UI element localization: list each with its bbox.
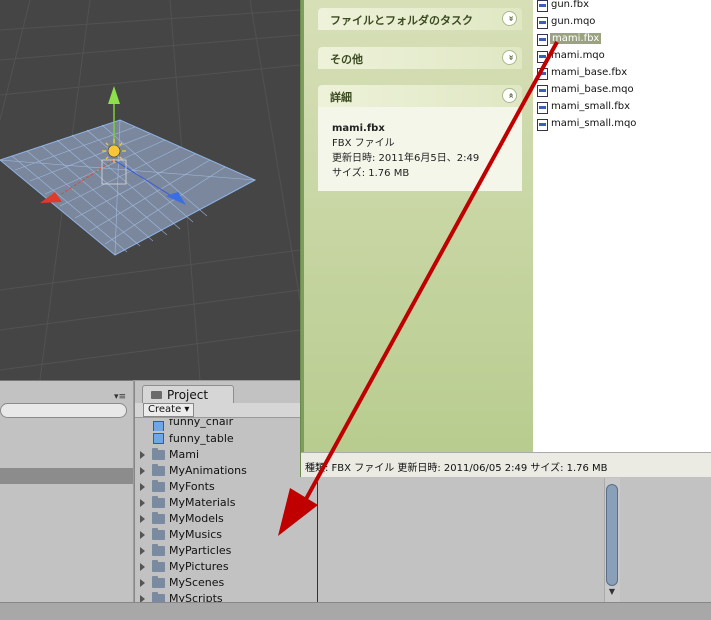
collapse-icon[interactable]: « <box>502 88 517 103</box>
expand-arrow-icon[interactable] <box>140 563 145 571</box>
panel-menu-icon[interactable]: ▾≡ <box>114 392 126 402</box>
file-name: gun.mqo <box>551 16 596 27</box>
expand-arrow-icon[interactable] <box>140 451 145 459</box>
folder-icon <box>152 528 165 540</box>
item-label: MyAnimations <box>169 464 247 477</box>
folder-item[interactable]: MyMusics <box>135 527 301 543</box>
tasks-section-title: ファイルとフォルダのタスク <box>330 14 473 27</box>
file-name: mami_small.fbx <box>551 101 630 112</box>
file-icon <box>537 102 548 114</box>
file-icon <box>537 85 548 97</box>
folder-item[interactable]: Mami <box>135 447 301 463</box>
model-icon <box>153 421 164 431</box>
expand-arrow-icon[interactable] <box>140 579 145 587</box>
hierarchy-selected-row[interactable] <box>0 468 133 484</box>
hierarchy-panel: ▾≡ <box>0 380 133 602</box>
chevron-down-icon: ▾ <box>184 404 190 415</box>
y-axis-handle[interactable] <box>108 86 120 104</box>
folder-item[interactable]: MyAnimations <box>135 463 301 479</box>
file-icon <box>537 34 548 46</box>
folder-icon <box>152 576 165 588</box>
folder-icon <box>151 391 162 399</box>
tab-project[interactable]: Project <box>142 385 234 403</box>
panel-divider[interactable] <box>317 482 318 602</box>
details-section-header[interactable]: 詳細 « <box>318 85 522 107</box>
explorer-status-bar: 種類: FBX ファイル 更新日時: 2011/06/05 2:49 サイズ: … <box>301 452 711 477</box>
file-name: mami_base.fbx <box>551 67 628 78</box>
folder-item[interactable]: MyFonts <box>135 479 301 495</box>
detail-file-name: mami.fbx <box>332 123 385 134</box>
item-label: Mami <box>169 448 200 461</box>
details-box: mami.fbx FBX ファイル 更新日時: 2011年6月5日、2:49 サ… <box>318 107 522 191</box>
tasks-section-header[interactable]: ファイルとフォルダのタスク » <box>318 8 522 30</box>
plane-mesh[interactable] <box>0 119 257 256</box>
explorer-window: ファイルとフォルダのタスク » その他 » 詳細 « mami.fbx FBX … <box>300 0 711 477</box>
folder-icon <box>152 560 165 572</box>
folder-icon <box>152 464 165 476</box>
item-label: MyFonts <box>169 480 215 493</box>
expand-icon[interactable]: » <box>502 11 517 26</box>
create-button-label: Create <box>148 404 182 415</box>
expand-icon[interactable]: » <box>502 50 517 65</box>
status-bar <box>0 602 711 620</box>
item-label: MyModels <box>169 512 224 525</box>
hierarchy-search-input[interactable] <box>0 403 127 418</box>
file-icon <box>537 51 548 63</box>
project-toolbar: Create ▾ <box>135 403 301 418</box>
item-label: MyPictures <box>169 560 229 573</box>
folder-item[interactable]: MyPictures <box>135 559 301 575</box>
details-section-title: 詳細 <box>330 91 352 104</box>
model-icon <box>153 433 164 444</box>
expand-arrow-icon[interactable] <box>140 547 145 555</box>
detail-file-type: FBX ファイル <box>332 138 395 149</box>
scene-viewport[interactable] <box>0 0 300 380</box>
folder-item[interactable]: MyScenes <box>135 575 301 591</box>
other-section-title: その他 <box>330 53 363 66</box>
expand-arrow-icon[interactable] <box>140 515 145 523</box>
detail-size: サイズ: 1.76 MB <box>332 168 410 179</box>
expand-arrow-icon[interactable] <box>140 531 145 539</box>
folder-item[interactable]: MyModels <box>135 511 301 527</box>
file-icon <box>537 68 548 80</box>
item-label: MyMusics <box>169 528 223 541</box>
folder-icon <box>152 512 165 524</box>
asset-item[interactable]: funny_table <box>135 431 301 447</box>
item-label: MyParticles <box>169 544 232 557</box>
scene-view[interactable] <box>0 0 300 380</box>
folder-icon <box>152 496 165 508</box>
create-button[interactable]: Create ▾ <box>143 403 195 417</box>
explorer-task-pane: ファイルとフォルダのタスク » その他 » 詳細 « mami.fbx FBX … <box>301 0 533 452</box>
item-label: funny_table <box>169 432 234 445</box>
file-name: mami.mqo <box>551 50 605 61</box>
detail-modified: 更新日時: 2011年6月5日、2:49 <box>332 153 480 164</box>
file-name: mami_small.mqo <box>551 118 637 129</box>
expand-arrow-icon[interactable] <box>140 499 145 507</box>
tab-project-label: Project <box>167 388 209 402</box>
folder-item[interactable]: MyParticles <box>135 543 301 559</box>
item-label: MyScenes <box>169 576 225 589</box>
item-label: MyMaterials <box>169 496 236 509</box>
file-name: mami_base.mqo <box>551 84 634 95</box>
other-section-header[interactable]: その他 » <box>318 47 522 69</box>
inspector-area <box>300 477 711 602</box>
expand-arrow-icon[interactable] <box>140 467 145 475</box>
file-icon <box>537 0 548 12</box>
file-name: mami.fbx <box>550 33 602 44</box>
folder-item[interactable]: MyMaterials <box>135 495 301 511</box>
folder-icon <box>152 480 165 492</box>
folder-icon <box>152 448 165 460</box>
scrollbar-thumb[interactable] <box>606 484 618 586</box>
project-asset-list: funny_chair funny_table Mami MyAnimations My… <box>135 419 301 607</box>
expand-arrow-icon[interactable] <box>140 483 145 491</box>
folder-icon <box>152 544 165 556</box>
item-label: funny_chair <box>169 419 234 428</box>
status-text: 種類: FBX ファイル 更新日時: 2011/06/05 2:49 サイズ: … <box>305 463 608 474</box>
file-icon <box>537 17 548 29</box>
file-list: gun.fbx gun.mqo mami.fbx mami.mqo mami_base.… <box>535 0 711 452</box>
asset-item[interactable]: funny_chair <box>135 419 301 431</box>
file-icon <box>537 119 548 131</box>
file-name: gun.fbx <box>551 0 589 10</box>
scroll-down-icon[interactable]: ▼ <box>606 587 618 599</box>
project-panel: Project Create ▾ funny_chair funny_table M… <box>134 381 301 605</box>
